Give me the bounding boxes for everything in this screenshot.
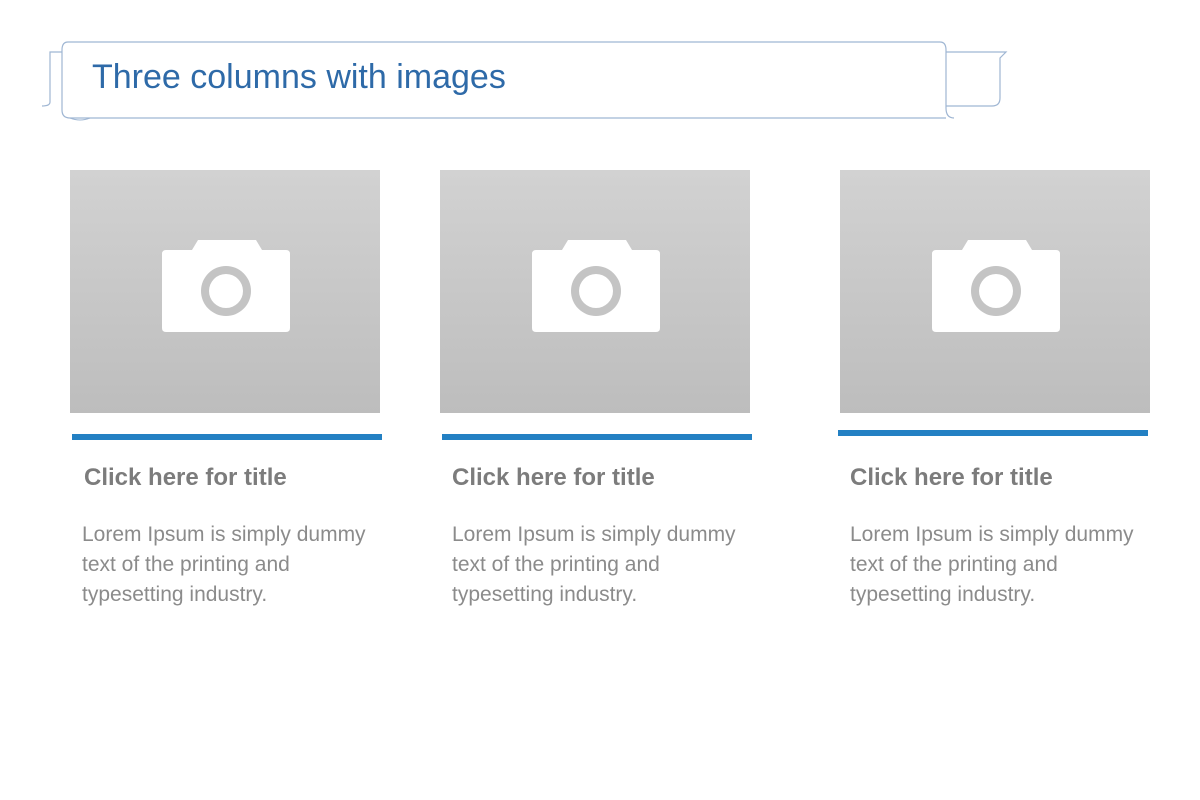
image-placeholder[interactable]: [840, 170, 1150, 413]
image-placeholder[interactable]: [440, 170, 750, 413]
column-3: Click here for title Lorem Ipsum is simp…: [838, 170, 1152, 606]
camera-icon: [532, 240, 660, 332]
column-title[interactable]: Click here for title: [84, 464, 287, 492]
column-body[interactable]: Lorem Ipsum is simply dummy text of the …: [850, 520, 1150, 610]
accent-bar: [838, 430, 1148, 436]
title-banner: Three columns with images: [40, 38, 1008, 124]
camera-icon: [162, 240, 290, 332]
page-title[interactable]: Three columns with images: [92, 58, 506, 97]
image-placeholder[interactable]: [70, 170, 380, 413]
column-1: Click here for title Lorem Ipsum is simp…: [70, 170, 382, 606]
accent-bar: [72, 434, 382, 440]
column-2: Click here for title Lorem Ipsum is simp…: [440, 170, 752, 606]
accent-bar: [442, 434, 752, 440]
column-title[interactable]: Click here for title: [452, 464, 655, 492]
column-body[interactable]: Lorem Ipsum is simply dummy text of the …: [82, 520, 382, 610]
slide: Three columns with images Click here for…: [0, 0, 1200, 800]
column-title[interactable]: Click here for title: [850, 464, 1053, 492]
camera-icon: [932, 240, 1060, 332]
column-body[interactable]: Lorem Ipsum is simply dummy text of the …: [452, 520, 752, 610]
